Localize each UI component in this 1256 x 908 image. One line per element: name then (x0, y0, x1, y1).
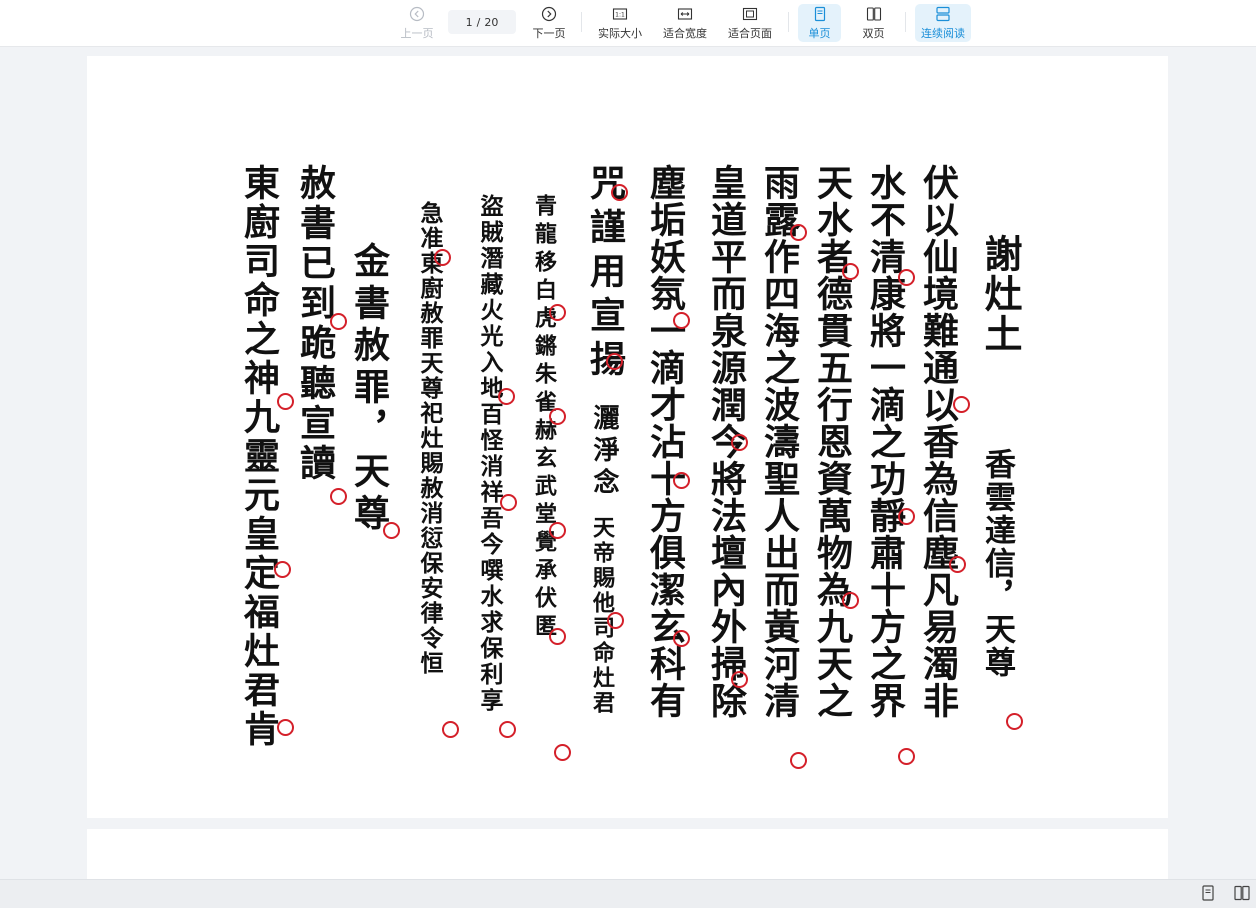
red-circle-mark (330, 313, 347, 330)
red-circle-mark (898, 269, 915, 286)
prev-page-button[interactable]: 上一页 (396, 4, 438, 42)
double-page-icon (866, 7, 881, 21)
page-number-box[interactable]: 1 / 20 (448, 10, 516, 34)
chevron-left-circle-icon (409, 6, 425, 22)
manuscript-column: 水不清康將一滴之功靜肅十方之界 (864, 164, 906, 719)
continuous-scroll-icon (936, 6, 950, 22)
red-circle-mark (673, 312, 690, 329)
red-circle-mark (898, 748, 915, 765)
double-page-button[interactable]: 双页 (852, 4, 895, 42)
continuous-reading-button[interactable]: 连续阅读 (915, 4, 971, 42)
red-circle-mark (790, 752, 807, 769)
red-circle-mark (554, 744, 571, 761)
manuscript-column: 灑淨念 (589, 404, 619, 500)
svg-text:1:1: 1:1 (615, 12, 625, 19)
red-circle-mark (611, 184, 628, 201)
red-circle-mark (731, 434, 748, 451)
single-page-icon[interactable] (1199, 884, 1217, 902)
manuscript-column: 金書赦罪，天尊 (348, 242, 390, 536)
red-circle-mark (842, 592, 859, 609)
total-pages: 20 (484, 15, 499, 29)
manuscript-column: 赦書已到跪聽宣讀 (294, 164, 336, 484)
red-circle-mark (277, 393, 294, 410)
red-circle-mark (898, 508, 915, 525)
fit-width-icon (677, 8, 693, 20)
red-circle-mark (330, 488, 347, 505)
prev-page-label: 上一页 (400, 27, 434, 40)
toolbar-divider (581, 12, 582, 32)
double-page-icon[interactable] (1233, 884, 1251, 902)
manuscript-column: 雨露作四海之波濤聖人出而黃河清 (758, 164, 800, 719)
actual-size-label: 实际大小 (598, 27, 642, 40)
manuscript-scan: 謝灶土 香雲達信，天尊 伏以仙境難通以香為信塵凡易濁非 水不清康將一滴之功靜肅十… (87, 56, 1168, 818)
red-circle-mark (842, 263, 859, 280)
fit-page-label: 适合页面 (728, 27, 772, 40)
status-bar (0, 879, 1256, 908)
red-circle-mark (953, 396, 970, 413)
manuscript-column: 東廚司命之神九靈元皇定福灶君肯 (238, 164, 280, 749)
document-page: 謝灶土 香雲達信，天尊 伏以仙境難通以香為信塵凡易濁非 水不清康將一滴之功靜肅十… (87, 56, 1168, 818)
double-page-label: 双页 (862, 27, 885, 40)
manuscript-column: 盜賊潛藏火光入地百怪消祥吾今噀水求保利享 (476, 194, 503, 714)
fit-width-label: 适合宽度 (663, 27, 707, 40)
actual-size-button[interactable]: 1:1 实际大小 (594, 4, 646, 42)
page-separator: / (476, 15, 481, 29)
toolbar-divider (905, 12, 906, 32)
toolbar-divider (788, 12, 789, 32)
single-page-label: 单页 (808, 27, 831, 40)
chevron-right-circle-icon (541, 6, 557, 22)
red-circle-mark (607, 612, 624, 629)
manuscript-column: 天水者德貫五行恩資萬物為九天之 (811, 164, 853, 719)
next-page-button[interactable]: 下一页 (528, 4, 570, 42)
red-circle-mark (549, 408, 566, 425)
red-circle-mark (549, 304, 566, 321)
red-circle-mark (673, 472, 690, 489)
current-page[interactable]: 1 (466, 16, 473, 29)
viewer-toolbar: 上一页 1 / 20 下一页 1:1 实际大小 适合宽度 适合页面 单页 双页 … (0, 0, 1256, 47)
document-viewport[interactable]: 謝灶土 香雲達信，天尊 伏以仙境難通以香為信塵凡易濁非 水不清康將一滴之功靜肅十… (0, 47, 1256, 879)
red-circle-mark (606, 353, 623, 370)
red-circle-mark (790, 224, 807, 241)
red-circle-mark (549, 522, 566, 539)
fit-page-icon (742, 7, 758, 21)
red-circle-mark (498, 388, 515, 405)
manuscript-column: 伏以仙境難通以香為信塵凡易濁非 (917, 164, 959, 719)
red-circle-mark (500, 494, 517, 511)
manuscript-column: 謝灶土 (978, 234, 1023, 354)
red-circle-mark (277, 719, 294, 736)
red-circle-mark (949, 556, 966, 573)
fit-width-button[interactable]: 适合宽度 (658, 4, 712, 42)
continuous-reading-label: 连续阅读 (921, 27, 965, 40)
red-circle-mark (1006, 713, 1023, 730)
red-circle-mark (434, 249, 451, 266)
red-circle-mark (383, 522, 400, 539)
document-page-next (87, 829, 1168, 879)
red-circle-mark (442, 721, 459, 738)
next-page-label: 下一页 (532, 27, 566, 40)
red-circle-mark (499, 721, 516, 738)
actual-size-icon: 1:1 (612, 8, 628, 20)
fit-page-button[interactable]: 适合页面 (723, 4, 777, 42)
manuscript-column: 香雲達信，天尊 (979, 448, 1015, 679)
red-circle-mark (673, 630, 690, 647)
single-page-icon (814, 6, 825, 22)
single-page-button[interactable]: 单页 (798, 4, 841, 42)
red-circle-mark (549, 628, 566, 645)
red-circle-mark (731, 671, 748, 688)
red-circle-mark (274, 561, 291, 578)
manuscript-column: 急准東廚赦罪天尊祀灶賜赦消愆保安律令恒 (416, 201, 443, 676)
